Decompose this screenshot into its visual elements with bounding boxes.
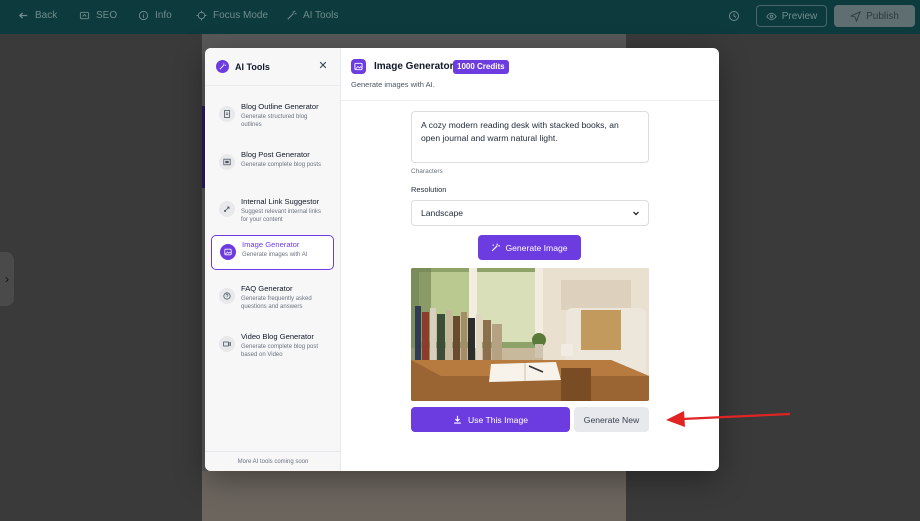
prompt-textarea[interactable]: A cozy modern reading desk with stacked …: [411, 111, 649, 163]
annotation-arrow-icon: [666, 411, 791, 427]
seo-button[interactable]: SEO: [79, 10, 117, 21]
sidebar-item-faq[interactable]: FAQ Generator Generate frequently asked …: [211, 280, 334, 315]
question-icon: [219, 288, 235, 304]
send-icon: [850, 10, 862, 22]
sidebar-title: AI Tools: [235, 61, 270, 72]
magic-wand-icon: [492, 243, 501, 252]
sidebar-item-title: Image Generator: [242, 240, 300, 249]
panel-header: Image Generator 1000 Credits Generate im…: [341, 48, 719, 101]
info-icon: [138, 10, 149, 21]
use-this-image-button[interactable]: Use This Image: [411, 407, 570, 432]
use-this-image-label: Use This Image: [467, 414, 529, 425]
image-icon: [351, 59, 366, 74]
magic-wand-icon: [287, 10, 297, 20]
sidebar-item-desc: Generate structured blog outlines: [241, 114, 308, 128]
publish-label: Publish: [866, 10, 899, 22]
gauge-icon: [79, 11, 90, 20]
sidebar-item-title: Blog Post Generator: [241, 150, 310, 159]
sidebar-item-blog-outline[interactable]: Blog Outline Generator Generate structur…: [211, 98, 334, 133]
sidebar-item-internal-link[interactable]: Internal Link Suggestor Suggest relevant…: [211, 193, 334, 228]
download-icon: [454, 415, 461, 424]
sidebar-item-title: Video Blog Generator: [241, 332, 314, 341]
sidebar-footer: More AI tools coming soon: [205, 451, 341, 471]
focus-mode-label: Focus Mode: [213, 10, 269, 21]
generate-image-label: Generate Image: [505, 242, 568, 253]
close-icon[interactable]: ✕: [318, 61, 328, 72]
publish-button[interactable]: Publish: [834, 5, 915, 27]
magic-wand-icon: [216, 60, 229, 73]
back-button[interactable]: Back: [18, 10, 57, 21]
expand-panel-button[interactable]: ›: [0, 252, 14, 306]
info-button[interactable]: Info: [138, 10, 172, 21]
sidebar-item-desc: Generate complete blog post based on Vid…: [241, 344, 319, 358]
arrow-left-icon: [18, 12, 28, 19]
generated-image: [411, 268, 649, 401]
info-label: Info: [155, 10, 172, 21]
sidebar-item-desc: Suggest relevant internal links for your…: [241, 209, 322, 223]
characters-label: Characters: [411, 168, 443, 175]
chevron-right-icon: ›: [5, 272, 9, 286]
document-icon: [219, 106, 235, 122]
panel-subtitle: Generate images with AI.: [351, 80, 435, 89]
video-icon: [219, 336, 235, 352]
top-toolbar: Back SEO Info Focus Mode AI Tools Previe…: [0, 0, 920, 34]
post-icon: [219, 154, 235, 170]
sidebar-item-desc: Generate images with AI: [242, 252, 308, 258]
sidebar-item-desc: Generate frequently asked questions and …: [241, 296, 312, 310]
sidebar-item-blog-post[interactable]: Blog Post Generator Generate complete bl…: [211, 146, 334, 181]
sidebar-item-image-generator[interactable]: Image Generator Generate images with AI: [211, 235, 334, 270]
editor-image-background: [202, 471, 626, 521]
image-icon: [220, 244, 236, 260]
preview-button[interactable]: Preview: [756, 5, 827, 27]
ai-tools-button[interactable]: AI Tools: [286, 10, 338, 21]
history-icon[interactable]: [728, 10, 740, 22]
sidebar-item-title: FAQ Generator: [241, 284, 293, 293]
focus-mode-button[interactable]: Focus Mode: [196, 10, 268, 21]
sidebar-item-title: Blog Outline Generator: [241, 102, 319, 111]
preview-label: Preview: [781, 10, 818, 22]
image-generator-panel: Image Generator 1000 Credits Generate im…: [341, 48, 719, 471]
sidebar-item-title: Internal Link Suggestor: [241, 197, 320, 206]
credits-badge: 1000 Credits: [453, 60, 509, 74]
resolution-value: Landscape: [421, 208, 464, 218]
back-label: Back: [35, 10, 58, 21]
focus-icon: [196, 10, 207, 21]
link-icon: [219, 201, 235, 217]
ai-tools-modal: AI Tools ✕ Blog Outline Generator Genera…: [205, 48, 719, 471]
generate-new-button[interactable]: Generate New: [574, 407, 649, 432]
sidebar-item-desc: Generate complete blog posts: [241, 162, 322, 168]
generate-image-button[interactable]: Generate Image: [478, 235, 581, 260]
panel-title: Image Generator: [374, 61, 454, 72]
ai-tools-label: AI Tools: [303, 10, 339, 21]
eye-icon: [766, 12, 777, 20]
sidebar-item-video-blog[interactable]: Video Blog Generator Generate complete b…: [211, 328, 334, 363]
chevron-down-icon: [633, 211, 639, 216]
ai-tools-sidebar: AI Tools ✕ Blog Outline Generator Genera…: [205, 48, 341, 471]
resolution-select[interactable]: Landscape: [411, 200, 649, 226]
seo-label: SEO: [96, 10, 118, 21]
resolution-label: Resolution: [411, 185, 447, 194]
